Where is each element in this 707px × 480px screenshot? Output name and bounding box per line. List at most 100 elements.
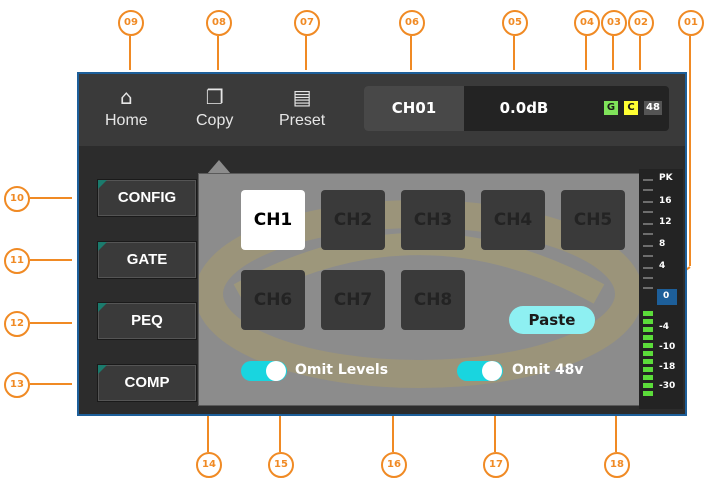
meter-segment	[643, 327, 653, 332]
nav-preset-label: Preset	[279, 112, 326, 129]
channel-button-ch7[interactable]: CH7	[321, 270, 385, 330]
tab-corner-marker	[98, 365, 107, 374]
meter-tick	[643, 223, 653, 225]
callout-05: 05	[502, 10, 528, 36]
nav-home-label: Home	[105, 112, 148, 129]
channel-button-ch3[interactable]: CH3	[401, 190, 465, 250]
meter-label-minus4: -4	[659, 322, 669, 332]
meter-tick	[643, 255, 653, 257]
sidebar-item-comp[interactable]: COMP	[97, 364, 197, 402]
meter-label-minus10: -10	[659, 342, 676, 352]
meter-tick	[643, 245, 653, 247]
sidebar-item-label: GATE	[126, 251, 168, 268]
level-meter: PK 16 12 8 4 0 -4 -10 -18 -30	[639, 169, 683, 409]
channel-button-ch5[interactable]: CH5	[561, 190, 625, 250]
callout-line	[30, 322, 72, 324]
device-screen: ⌂ Home ❐ Copy ▤ Preset CH01 0.0dB G C 48…	[77, 72, 687, 416]
callout-06: 06	[399, 10, 425, 36]
channel-button-ch8[interactable]: CH8	[401, 270, 465, 330]
omit-48v-toggle[interactable]	[457, 361, 503, 381]
callout-16: 16	[381, 452, 407, 478]
preset-icon: ▤	[292, 85, 312, 109]
meter-segment	[643, 359, 653, 364]
callout-line	[30, 197, 72, 199]
callout-line	[30, 259, 72, 261]
callout-09: 09	[118, 10, 144, 36]
callout-line	[30, 383, 72, 385]
callout-line	[639, 36, 641, 70]
meter-segment	[643, 351, 653, 356]
channel-button-ch1[interactable]: CH1	[241, 190, 305, 250]
meter-segment	[643, 343, 653, 348]
callout-line	[129, 36, 131, 70]
paste-button[interactable]: Paste	[509, 306, 595, 334]
callout-12: 12	[4, 311, 30, 337]
omit-48v-label: Omit 48v	[512, 362, 584, 378]
callout-line	[612, 36, 614, 70]
channel-button-ch2[interactable]: CH2	[321, 190, 385, 250]
channel-button-ch4[interactable]: CH4	[481, 190, 545, 250]
callout-line	[217, 36, 219, 70]
sidebar-item-label: CONFIG	[117, 189, 177, 206]
meter-segment	[643, 391, 653, 396]
meter-tick	[643, 233, 653, 235]
callout-17: 17	[483, 452, 509, 478]
nav-copy-label: Copy	[196, 112, 234, 129]
tab-corner-marker	[98, 180, 107, 189]
channel-button-ch6[interactable]: CH6	[241, 270, 305, 330]
meter-label-minus30: -30	[659, 381, 676, 391]
meter-tick	[643, 211, 653, 213]
callout-11: 11	[4, 248, 30, 274]
channel-gain[interactable]: 0.0dB	[474, 86, 574, 131]
meter-label-12: 12	[659, 217, 672, 227]
meter-label-0: 0	[663, 291, 670, 301]
callout-18: 18	[604, 452, 630, 478]
meter-segment	[643, 383, 653, 388]
current-channel[interactable]: CH01	[364, 86, 464, 131]
omit-levels-toggle[interactable]	[241, 361, 287, 381]
meter-tick	[643, 277, 653, 279]
meter-tick	[643, 179, 653, 181]
meter-tick	[643, 287, 653, 289]
callout-line	[305, 36, 307, 70]
callout-07: 07	[294, 10, 320, 36]
toggle-knob	[266, 361, 286, 381]
nav-copy-button[interactable]: ❐ Copy	[196, 86, 233, 130]
callout-03: 03	[601, 10, 627, 36]
meter-label-minus18: -18	[659, 362, 676, 372]
callout-10: 10	[4, 186, 30, 212]
copy-icon: ❐	[205, 85, 224, 109]
callout-15: 15	[268, 452, 294, 478]
meter-segment	[643, 335, 653, 340]
phantom-48v-badge: 48	[644, 101, 662, 115]
meter-label-8: 8	[659, 239, 666, 249]
sidebar-item-label: COMP	[124, 374, 170, 391]
meter-segment	[643, 319, 653, 324]
popup-pointer	[207, 160, 231, 174]
meter-segment	[643, 311, 653, 316]
home-icon: ⌂	[119, 85, 133, 109]
callout-08: 08	[206, 10, 232, 36]
tab-corner-marker	[98, 242, 107, 251]
channel-status-box: CH01 0.0dB G C 48	[364, 86, 669, 131]
top-bar: ⌂ Home ❐ Copy ▤ Preset CH01 0.0dB G C 48	[79, 74, 685, 146]
toggle-knob	[482, 361, 502, 381]
comp-badge: C	[624, 101, 638, 115]
omit-levels-label: Omit Levels	[295, 362, 389, 378]
callout-02: 02	[628, 10, 654, 36]
callout-line	[689, 36, 691, 266]
nav-preset-button[interactable]: ▤ Preset	[279, 86, 325, 130]
callout-line	[585, 36, 587, 70]
sidebar-item-gate[interactable]: GATE	[97, 241, 197, 279]
sidebar-item-config[interactable]: CONFIG	[97, 179, 197, 217]
meter-label-pk: PK	[659, 173, 673, 183]
sidebar-item-label: PEQ	[131, 312, 163, 329]
meter-label-16: 16	[659, 196, 672, 206]
nav-home-button[interactable]: ⌂ Home	[105, 86, 148, 130]
sidebar-item-peq[interactable]: PEQ	[97, 302, 197, 340]
meter-segment	[643, 367, 653, 372]
callout-01: 01	[678, 10, 704, 36]
meter-segment	[643, 375, 653, 380]
copy-popup: CH1 CH2 CH3 CH4 CH5 CH6 CH7 CH8 Paste Om…	[198, 173, 651, 406]
callout-14: 14	[196, 452, 222, 478]
